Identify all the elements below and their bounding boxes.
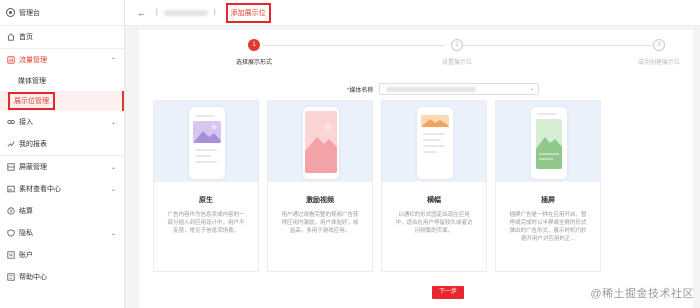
brand-logo-icon (6, 8, 15, 17)
link-icon (7, 118, 15, 126)
breadcrumb-parent-redacted[interactable] (163, 9, 208, 16)
sidebar-item-label: 接入 (19, 119, 33, 126)
card-description: 以通栏的形式固定出现在应用中，适合在用户停留较久或者访问频繁的页面。 (395, 212, 473, 234)
breadcrumb-separator: | (213, 9, 216, 16)
sidebar-item-privacy[interactable]: 隐私 ⌄ (0, 222, 124, 244)
traffic-icon (7, 56, 15, 64)
sidebar-item-settlement[interactable]: 结算 (0, 200, 124, 222)
step-number: 2 (451, 39, 463, 51)
banner-image-icon (421, 115, 449, 127)
sidebar-subitem-placement[interactable]: 展示位管理 (0, 91, 124, 111)
breadcrumb-separator: | (156, 9, 158, 16)
format-card-rewarded-video[interactable]: 激励视频 用户通过观看完整的视频广告获得应用内激励，用户体验好，收益高，多用于游… (267, 100, 373, 272)
sidebar-item-traffic[interactable]: 流量管理 ⌃ (0, 49, 124, 71)
chevron-down-icon: ⌄ (110, 164, 116, 171)
chevron-up-icon: ⌃ (110, 57, 116, 64)
step-2: 2 设置展示位 (417, 39, 497, 66)
sidebar: 管理台 首页 流量管理 ⌃ 媒体管理 展示位管理 接入 ⌄ 我的报表 屏蔽管理 … (0, 0, 125, 308)
card-title: 横幅 (427, 197, 441, 204)
help-icon (7, 273, 15, 281)
sidebar-item-label: 展示位管理 (8, 92, 55, 110)
media-name-field: *媒体名称 ⌄ (347, 83, 540, 95)
step-label: 成功创建展示位 (637, 60, 680, 66)
chevron-down-icon: ⌄ (110, 230, 116, 237)
card-description: 用户通过观看完整的视频广告获得应用内激励，用户体验好，收益高，多用于游戏应用。 (281, 212, 359, 234)
home-icon (7, 33, 15, 41)
step-label: 设置展示位 (441, 60, 472, 66)
report-icon (7, 140, 15, 148)
phone-mockup (303, 107, 339, 179)
step-number: 3 (653, 39, 665, 51)
sidebar-item-home[interactable]: 首页 (0, 26, 124, 48)
format-card-banner[interactable]: 横幅 以通栏的形式固定出现在应用中，适合在用户停留较久或者访问频繁的页面。 (381, 100, 487, 272)
watermark: @稀土掘金技术社区 (590, 288, 694, 300)
card-preview (268, 101, 372, 182)
card-preview (496, 101, 600, 182)
sidebar-subitem-media[interactable]: 媒体管理 (0, 71, 124, 91)
chevron-down-icon: ⌄ (110, 186, 116, 193)
image-icon (7, 185, 15, 193)
sidebar-item-block[interactable]: 屏蔽管理 ⌄ (0, 156, 124, 178)
sidebar-item-label: 帮助中心 (19, 274, 47, 281)
sidebar-item-label: 媒体管理 (18, 78, 46, 85)
sidebar-item-label: 屏蔽管理 (19, 164, 47, 171)
sidebar-item-label: 素材查看中心 (19, 186, 61, 193)
step-number: 1 (248, 39, 260, 51)
block-icon (7, 163, 15, 171)
next-button[interactable]: 下一步 (432, 286, 464, 299)
media-name-label: *媒体名称 (347, 87, 374, 94)
card-preview (154, 101, 258, 182)
money-icon (7, 207, 15, 215)
native-image-icon (193, 121, 221, 143)
back-arrow-icon[interactable]: ← (137, 8, 146, 18)
step-1: 1 选择展示形式 (214, 39, 294, 66)
sidebar-item-label: 我的报表 (19, 141, 47, 148)
format-cards: 原生 广告内容作为信息流或内容的一部分插入到应用设计中，用户不反感，常见于信息流… (153, 100, 601, 272)
interstitial-image-icon (536, 119, 562, 169)
media-name-value-redacted (386, 86, 477, 92)
sidebar-item-label: 流量管理 (19, 57, 47, 64)
account-icon (7, 251, 15, 259)
sidebar-item-report[interactable]: 我的报表 (0, 133, 124, 155)
sidebar-item-label: 结算 (19, 208, 33, 215)
format-card-interstitial[interactable]: 插屏 插屏广告是一种在应用开启、暂停或完成时以半屏或全屏的形式弹出的广告形式，展… (495, 100, 601, 272)
sidebar-item-account[interactable]: 账户 (0, 244, 124, 266)
card-title: 激励视频 (306, 197, 334, 204)
video-image-icon (305, 111, 337, 173)
brand-title: 管理台 (19, 9, 40, 17)
step-label: 选择展示形式 (235, 60, 272, 66)
step-indicator: 1 选择展示形式 2 设置展示位 3 成功创建展示位 (139, 39, 693, 69)
chevron-down-icon: ⌄ (529, 86, 535, 92)
media-name-select[interactable]: ⌄ (379, 83, 540, 95)
brand[interactable]: 管理台 (0, 0, 124, 26)
sidebar-item-material[interactable]: 素材查看中心 ⌄ (0, 178, 124, 200)
card-description: 广告内容作为信息流或内容的一部分插入到应用设计中，用户不反感，常见于信息流场景。 (167, 212, 245, 234)
phone-mockup (531, 107, 567, 179)
sidebar-item-help[interactable]: 帮助中心 (0, 266, 124, 288)
top-bar: ← | | 添加展示位 (125, 0, 700, 26)
step-3: 3 成功创建展示位 (619, 39, 699, 66)
sidebar-item-label: 账户 (19, 252, 33, 259)
format-card-native[interactable]: 原生 广告内容作为信息流或内容的一部分插入到应用设计中，用户不反感，常见于信息流… (153, 100, 259, 272)
privacy-icon (7, 229, 15, 237)
card-title: 原生 (199, 197, 213, 204)
breadcrumb-current: 添加展示位 (225, 2, 271, 23)
card-description: 插屏广告是一种在应用开启、暂停或完成时以半屏或全屏的形式弹出的广告形式，展示时机… (509, 212, 587, 242)
card-preview (382, 101, 486, 182)
chevron-down-icon: ⌄ (110, 119, 116, 126)
sidebar-item-label: 隐私 (19, 230, 33, 237)
sidebar-item-access[interactable]: 接入 ⌄ (0, 111, 124, 133)
phone-mockup (417, 107, 453, 179)
sidebar-item-label: 首页 (19, 34, 33, 41)
phone-mockup (189, 107, 225, 179)
main-panel: 1 选择展示形式 2 设置展示位 3 成功创建展示位 *媒体名称 ⌄ 原生 广告… (139, 30, 693, 308)
card-title: 插屏 (541, 197, 555, 204)
